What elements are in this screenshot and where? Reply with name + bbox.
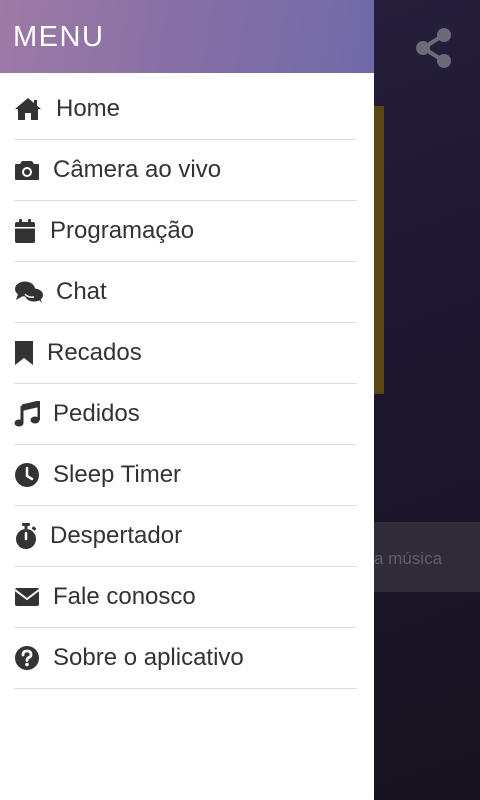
menu-item-label: Sleep Timer [53, 461, 182, 488]
menu-item-chat[interactable]: Chat [14, 262, 357, 323]
menu-item-camera[interactable]: Câmera ao vivo [14, 140, 357, 201]
background-song-strip: a música [374, 522, 480, 592]
menu-item-label: Programação [50, 217, 195, 244]
drawer-header: MENU [0, 0, 374, 73]
stopwatch-icon [14, 522, 50, 550]
menu-item-label: Recados [47, 339, 142, 366]
menu-item-schedule[interactable]: Programação [14, 201, 357, 262]
clock-icon [14, 461, 53, 489]
menu-item-requests[interactable]: Pedidos [14, 384, 357, 445]
background-song-text: a música [374, 549, 443, 568]
menu-item-home[interactable]: Home [14, 79, 357, 140]
background-player-panel [374, 106, 384, 394]
calendar-icon [14, 217, 50, 245]
menu-item-label: Câmera ao vivo [53, 156, 222, 183]
menu-item-about[interactable]: Sobre o aplicativo [14, 628, 357, 689]
menu-item-label: Pedidos [53, 400, 140, 427]
menu-item-sleep-timer[interactable]: Sleep Timer [14, 445, 357, 506]
music-icon [14, 400, 53, 428]
navigation-drawer: MENU Home Câmera ao vivo Programação Cha… [0, 0, 374, 800]
bookmark-icon [14, 339, 47, 367]
menu-item-label: Chat [56, 278, 107, 305]
question-circle-icon [14, 644, 53, 672]
drawer-menu: Home Câmera ao vivo Programação Chat Rec… [14, 79, 357, 689]
camera-icon [14, 156, 53, 184]
envelope-icon [14, 583, 53, 611]
menu-item-contact[interactable]: Fale conosco [14, 567, 357, 628]
menu-item-label: Despertador [50, 522, 183, 549]
menu-item-label: Home [56, 95, 121, 122]
share-icon[interactable] [414, 26, 454, 70]
chat-icon [14, 278, 56, 306]
home-icon [14, 95, 56, 123]
menu-item-messages[interactable]: Recados [14, 323, 357, 384]
menu-item-alarm[interactable]: Despertador [14, 506, 357, 567]
menu-item-label: Sobre o aplicativo [53, 644, 244, 671]
menu-item-label: Fale conosco [53, 583, 196, 610]
drawer-title: MENU [13, 21, 105, 53]
